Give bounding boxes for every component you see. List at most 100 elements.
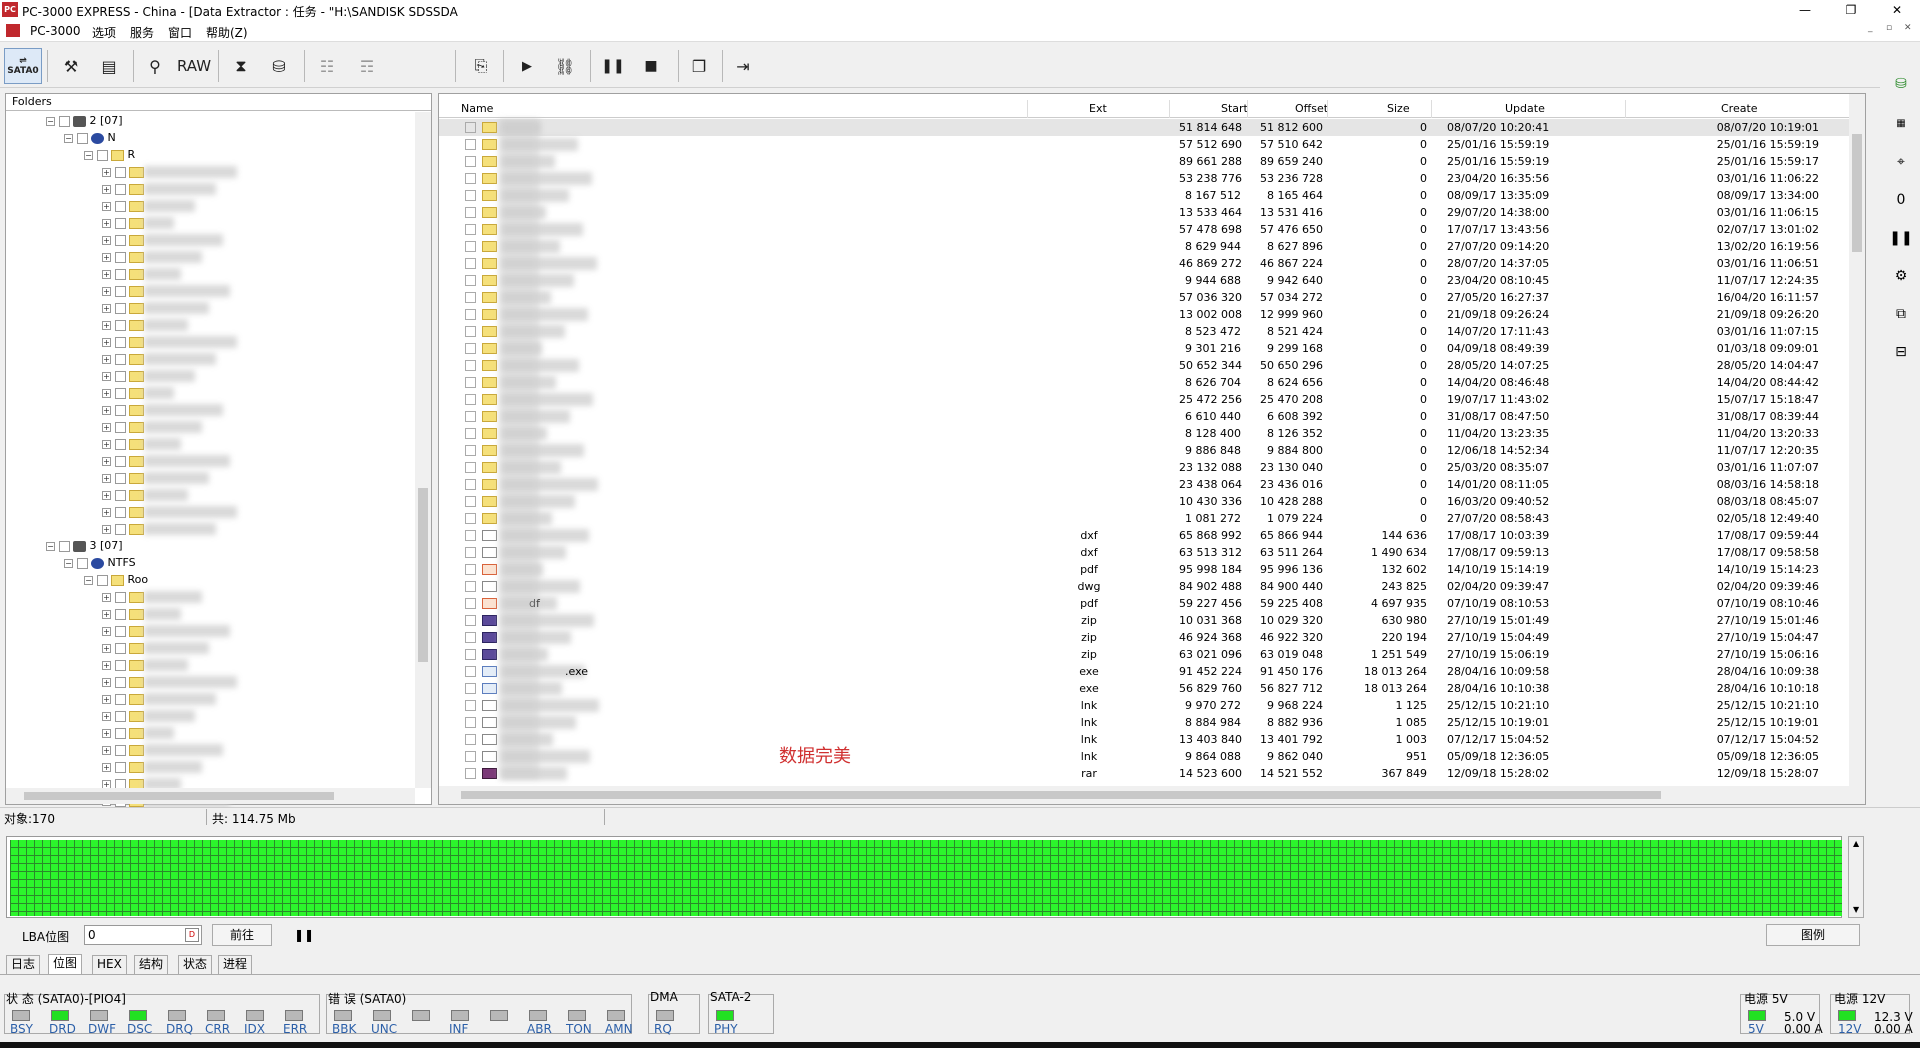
tree-folder[interactable]: + (102, 605, 181, 622)
expand-icon[interactable]: − (64, 558, 73, 568)
tree-folder[interactable]: + (102, 316, 188, 333)
tree-folder[interactable]: + (102, 758, 202, 775)
minimize-button[interactable]: — (1782, 0, 1828, 20)
expand-icon[interactable]: + (102, 422, 111, 432)
tools-icon[interactable]: ⚒ (52, 48, 90, 84)
tab-hex[interactable]: HEX (92, 955, 127, 974)
row-checkbox[interactable] (465, 309, 476, 320)
row-checkbox[interactable] (465, 632, 476, 643)
table-row[interactable]: lnk 8 884 984 8 882 936 1 085 25/12/15 10:19… (439, 714, 1849, 731)
tree-checkbox[interactable] (114, 200, 126, 212)
expand-icon[interactable]: + (102, 252, 111, 262)
row-checkbox[interactable] (465, 462, 476, 473)
table-row[interactable]: 23 132 088 23 130 040 0 25/03/20 08:35:07 03… (439, 459, 1849, 476)
tree-checkbox[interactable] (114, 642, 126, 654)
tree-folder[interactable]: + (102, 622, 230, 639)
table-row[interactable]: 8 523 472 8 521 424 0 14/07/20 17:11:43 03/0… (439, 323, 1849, 340)
row-checkbox[interactable] (465, 615, 476, 626)
tree-vertical-scrollbar[interactable] (415, 112, 431, 788)
tree-folder[interactable]: + (102, 656, 188, 673)
script-icon[interactable]: ▤ (90, 48, 128, 84)
scroll-down-icon[interactable]: ▼ (1853, 905, 1859, 914)
expand-icon[interactable]: + (102, 218, 111, 228)
expand-icon[interactable]: + (102, 728, 111, 738)
table-row[interactable]: 13 533 464 13 531 416 0 29/07/20 14:38:00 03… (439, 204, 1849, 221)
table-row[interactable]: 9 886 848 9 884 800 0 12/06/18 14:52:34 11/0… (439, 442, 1849, 459)
reset-icon[interactable]: ▦ (1886, 110, 1916, 138)
column-divider[interactable] (1431, 100, 1432, 118)
tree-checkbox[interactable] (114, 693, 126, 705)
expand-icon[interactable]: + (102, 371, 111, 381)
tree-folder[interactable]: + (102, 452, 230, 469)
tree-horizontal-scrollbar[interactable] (6, 788, 415, 804)
expand-icon[interactable]: + (102, 592, 111, 602)
table-row[interactable]: 23 438 064 23 436 016 0 14/01/20 08:11:05 08… (439, 476, 1849, 493)
tree-checkbox[interactable] (58, 115, 70, 127)
table-row[interactable]: 1 081 272 1 079 224 0 27/07/20 08:58:43 02/0… (439, 510, 1849, 527)
tree-folder[interactable]: + (102, 299, 209, 316)
col-offset[interactable]: Offset (1295, 102, 1328, 115)
stop-icon[interactable]: ■ (632, 48, 670, 84)
tree-checkbox[interactable] (96, 149, 108, 161)
tree-folder[interactable]: + (102, 486, 188, 503)
row-checkbox[interactable] (465, 411, 476, 422)
tree-node[interactable]: − NTFS (64, 554, 136, 571)
col-name[interactable]: Name (461, 102, 493, 115)
table-row[interactable]: dxf 63 513 312 63 511 264 1 490 634 17/08/17… (439, 544, 1849, 561)
probe-icon[interactable]: ⌖ (1886, 148, 1916, 176)
expand-icon[interactable]: − (46, 116, 55, 126)
table-row[interactable]: pdf 59 227 456 59 225 408 4 697 935 07/10/19… (439, 595, 1849, 612)
table-row[interactable]: 57 478 698 57 476 650 0 17/07/17 13:43:56 02… (439, 221, 1849, 238)
row-checkbox[interactable] (465, 513, 476, 524)
table-row[interactable]: dwg 84 902 488 84 900 440 243 825 02/04/20 0… (439, 578, 1849, 595)
tree-folder[interactable]: + (102, 418, 202, 435)
expand-icon[interactable]: + (102, 235, 111, 245)
tree-checkbox[interactable] (114, 710, 126, 722)
list-hscroll-thumb[interactable] (461, 791, 1661, 799)
tree-checkbox[interactable] (96, 574, 108, 586)
close-button[interactable]: ✕ (1874, 0, 1920, 20)
tree-folder[interactable]: + (102, 333, 237, 350)
expand-icon[interactable]: + (102, 337, 111, 347)
table-row[interactable]: zip 10 031 368 10 029 320 630 980 27/10/19 1… (439, 612, 1849, 629)
lba-map-scrollbar[interactable]: ▲ ▼ (1848, 836, 1864, 918)
row-checkbox[interactable] (465, 173, 476, 184)
connector-icon[interactable]: ⊟ (1886, 338, 1916, 366)
tree-folder[interactable]: + (102, 639, 209, 656)
table-row[interactable]: lnk 9 864 088 9 862 040 951 05/09/18 12:36:0… (439, 748, 1849, 765)
tree-checkbox[interactable] (114, 676, 126, 688)
network-icon[interactable]: ⛓ (546, 48, 584, 84)
tree-folder[interactable]: + (102, 350, 216, 367)
tree-folder[interactable]: + (102, 469, 209, 486)
tree-folder[interactable]: + (102, 401, 223, 418)
tree-node[interactable]: − 2 [07] (46, 112, 123, 129)
row-checkbox[interactable] (465, 598, 476, 609)
table-row[interactable]: 46 869 272 46 867 224 0 28/07/20 14:37:05 03… (439, 255, 1849, 272)
tree-folder[interactable]: + (102, 163, 237, 180)
copy-task-icon[interactable]: ⎘ (462, 48, 500, 84)
row-checkbox[interactable] (465, 445, 476, 456)
expand-icon[interactable]: + (102, 524, 111, 534)
row-checkbox[interactable] (465, 139, 476, 150)
expand-icon[interactable]: + (102, 507, 111, 517)
expand-icon[interactable]: + (102, 626, 111, 636)
tree-folder[interactable]: + (102, 248, 202, 265)
tree-folder[interactable]: + (102, 673, 237, 690)
row-checkbox[interactable] (465, 530, 476, 541)
table-row[interactable]: 8 626 704 8 624 656 0 14/04/20 08:46:48 14/0… (439, 374, 1849, 391)
table-row[interactable]: 9 301 216 9 299 168 0 04/09/18 08:49:39 01/0… (439, 340, 1849, 357)
expand-icon[interactable]: + (102, 405, 111, 415)
column-divider[interactable] (1625, 100, 1626, 118)
map-pause-icon[interactable]: ❚❚ (294, 928, 314, 942)
tree-checkbox[interactable] (114, 387, 126, 399)
row-checkbox[interactable] (465, 734, 476, 745)
column-divider[interactable] (1027, 100, 1028, 118)
expand-icon[interactable]: + (102, 320, 111, 330)
tree-checkbox[interactable] (114, 302, 126, 314)
table-row[interactable]: 8 167 512 8 165 464 0 08/09/17 13:35:09 08/0… (439, 187, 1849, 204)
table-row[interactable]: 13 002 008 12 999 960 0 21/09/18 09:26:24 21… (439, 306, 1849, 323)
tree-folder[interactable]: + (102, 724, 174, 741)
tree-folder[interactable]: + (102, 384, 174, 401)
windows-icon[interactable]: ❐ (680, 48, 718, 84)
tree-checkbox[interactable] (114, 591, 126, 603)
